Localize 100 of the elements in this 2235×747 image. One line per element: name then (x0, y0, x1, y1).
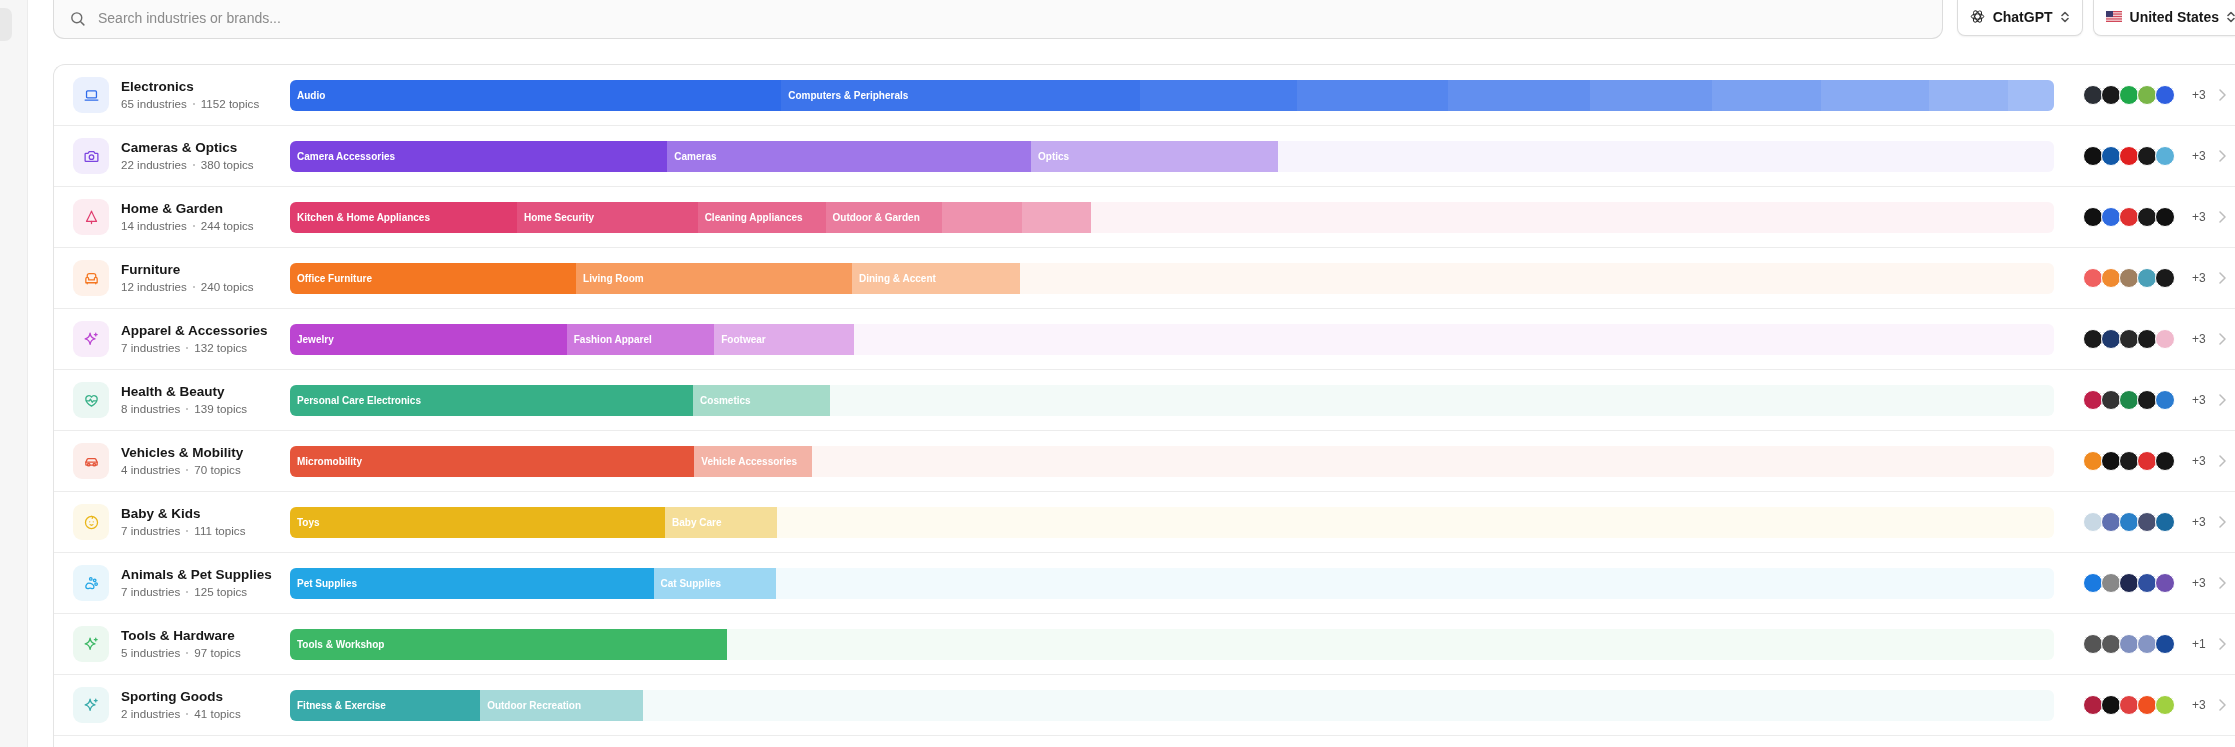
armchair-icon (73, 260, 109, 296)
topic-count: 111 topics (194, 523, 246, 539)
category-name: Furniture (121, 261, 181, 279)
updown-chevron-icon (2060, 10, 2069, 23)
bar-segment: Micromobility (290, 445, 695, 477)
tree-icon (73, 199, 109, 235)
category-name: Tools & Hardware (121, 627, 235, 645)
bar-segment: Cameras (667, 140, 1032, 172)
category-name: Vehicles & Mobility (121, 444, 244, 462)
car-icon (73, 443, 109, 479)
search-icon (69, 10, 86, 27)
topic-count: 139 topics (194, 401, 248, 417)
industry-count: 7 industries (121, 584, 181, 600)
bar-segment: Vehicle Accessories (694, 445, 813, 477)
laptop-icon (73, 77, 109, 113)
camera-icon (73, 138, 109, 174)
industry-count: 5 industries (121, 645, 181, 661)
category-name: Baby & Kids (121, 505, 201, 523)
topic-count: 1152 topics (200, 96, 260, 112)
bar-segment: Dining & Accent (852, 262, 1020, 294)
topic-count: 70 topics (194, 462, 241, 478)
topic-count: 125 topics (194, 584, 248, 600)
chevron-right-icon[interactable] (2219, 638, 2226, 650)
rosette-icon (1969, 9, 1985, 24)
industry-count: 4 industries (121, 462, 181, 478)
model-selector[interactable]: ChatGPT (1956, 0, 2083, 36)
chevron-right-icon[interactable] (2219, 89, 2226, 101)
bar-segment: Baby Care (665, 506, 778, 538)
flag-icon (2105, 11, 2122, 22)
more-count: +3 (2192, 576, 2206, 590)
bar-segment (1022, 201, 1091, 233)
category-name: Apparel & Accessories (121, 322, 268, 340)
bar-segment: Cosmetics (693, 384, 831, 416)
bar-segment: Outdoor Recreation (480, 689, 643, 721)
chevron-right-icon[interactable] (2219, 577, 2226, 589)
more-count: +3 (2192, 393, 2206, 407)
country-selector[interactable]: United States (2092, 0, 2235, 36)
topic-count: 244 topics (200, 218, 254, 234)
bar-segment: Footwear (714, 323, 855, 355)
category-name: Animals & Pet Supplies (121, 566, 272, 584)
bar-segment: Pet Supplies (290, 567, 654, 599)
chevron-right-icon[interactable] (2219, 394, 2226, 406)
category-name: Cameras & Optics (121, 139, 238, 157)
more-count: +1 (2192, 637, 2206, 651)
more-count: +3 (2192, 88, 2206, 102)
industry-count: 14 industries (121, 218, 187, 234)
bar-segment: Outdoor & Garden (825, 201, 943, 233)
chevron-right-icon[interactable] (2219, 272, 2226, 284)
chevron-right-icon[interactable] (2219, 516, 2226, 528)
industry-count: 12 industries (121, 279, 187, 295)
bar-segment: Cat Supplies (653, 567, 776, 599)
bar-segment: Fashion Apparel (566, 323, 715, 355)
bar-segment: Kitchen & Home Appliances (290, 201, 517, 233)
more-count: +3 (2192, 332, 2206, 346)
topic-count: 41 topics (194, 706, 241, 722)
industry-count: 22 industries (121, 157, 187, 173)
chevron-right-icon[interactable] (2219, 699, 2226, 711)
bar-segment: Tools & Workshop (290, 628, 728, 660)
category-name: Home & Garden (121, 200, 224, 218)
heart-pulse-icon (73, 382, 109, 418)
industry-count: 8 industries (121, 401, 181, 417)
bar-segment: Fitness & Exercise (290, 689, 481, 721)
bar-segment: Optics (1031, 140, 1279, 172)
industry-count: 7 industries (121, 340, 181, 356)
more-count: +3 (2192, 149, 2206, 163)
search-field[interactable]: Search industries or brands... (53, 0, 1943, 39)
more-count: +3 (2192, 271, 2206, 285)
more-count: +3 (2192, 210, 2206, 224)
sparkle-icon (73, 321, 109, 357)
baby-face-icon (73, 504, 109, 540)
bar-segment: Audio (290, 79, 782, 111)
bar-segment: Jewelry (290, 323, 567, 355)
more-count: +3 (2192, 515, 2206, 529)
category-name: Electronics (121, 78, 194, 96)
industry-count: 65 industries (121, 96, 187, 112)
bar-segment: Office Furniture (290, 262, 577, 294)
chevron-right-icon[interactable] (2219, 455, 2226, 467)
bar-segment: Camera Accessories (290, 140, 668, 172)
topic-count: 240 topics (200, 279, 254, 295)
bar-segment: Home Security (517, 201, 698, 233)
paw-icon (73, 565, 109, 601)
bar-segment: Computers & Peripherals (781, 79, 1141, 111)
more-count: +3 (2192, 698, 2206, 712)
updown-chevron-icon (2227, 10, 2235, 23)
category-name: Sporting Goods (121, 688, 223, 706)
industry-count: 2 industries (121, 706, 181, 722)
bar-segment: Cleaning Appliances (697, 201, 826, 233)
topic-count: 132 topics (194, 340, 248, 356)
chevron-right-icon[interactable] (2219, 150, 2226, 162)
more-count: +3 (2192, 454, 2206, 468)
topic-count: 97 topics (194, 645, 241, 661)
sparkle-icon (73, 687, 109, 723)
bar-segment: Personal Care Electronics (290, 384, 694, 416)
topic-count: 380 topics (200, 157, 254, 173)
category-name: Health & Beauty (121, 383, 225, 401)
industry-count: 7 industries (121, 523, 181, 539)
chevron-right-icon[interactable] (2219, 211, 2226, 223)
bar-segment: Toys (290, 506, 665, 538)
chevron-right-icon[interactable] (2219, 333, 2226, 345)
sparkle-icon (73, 626, 109, 662)
